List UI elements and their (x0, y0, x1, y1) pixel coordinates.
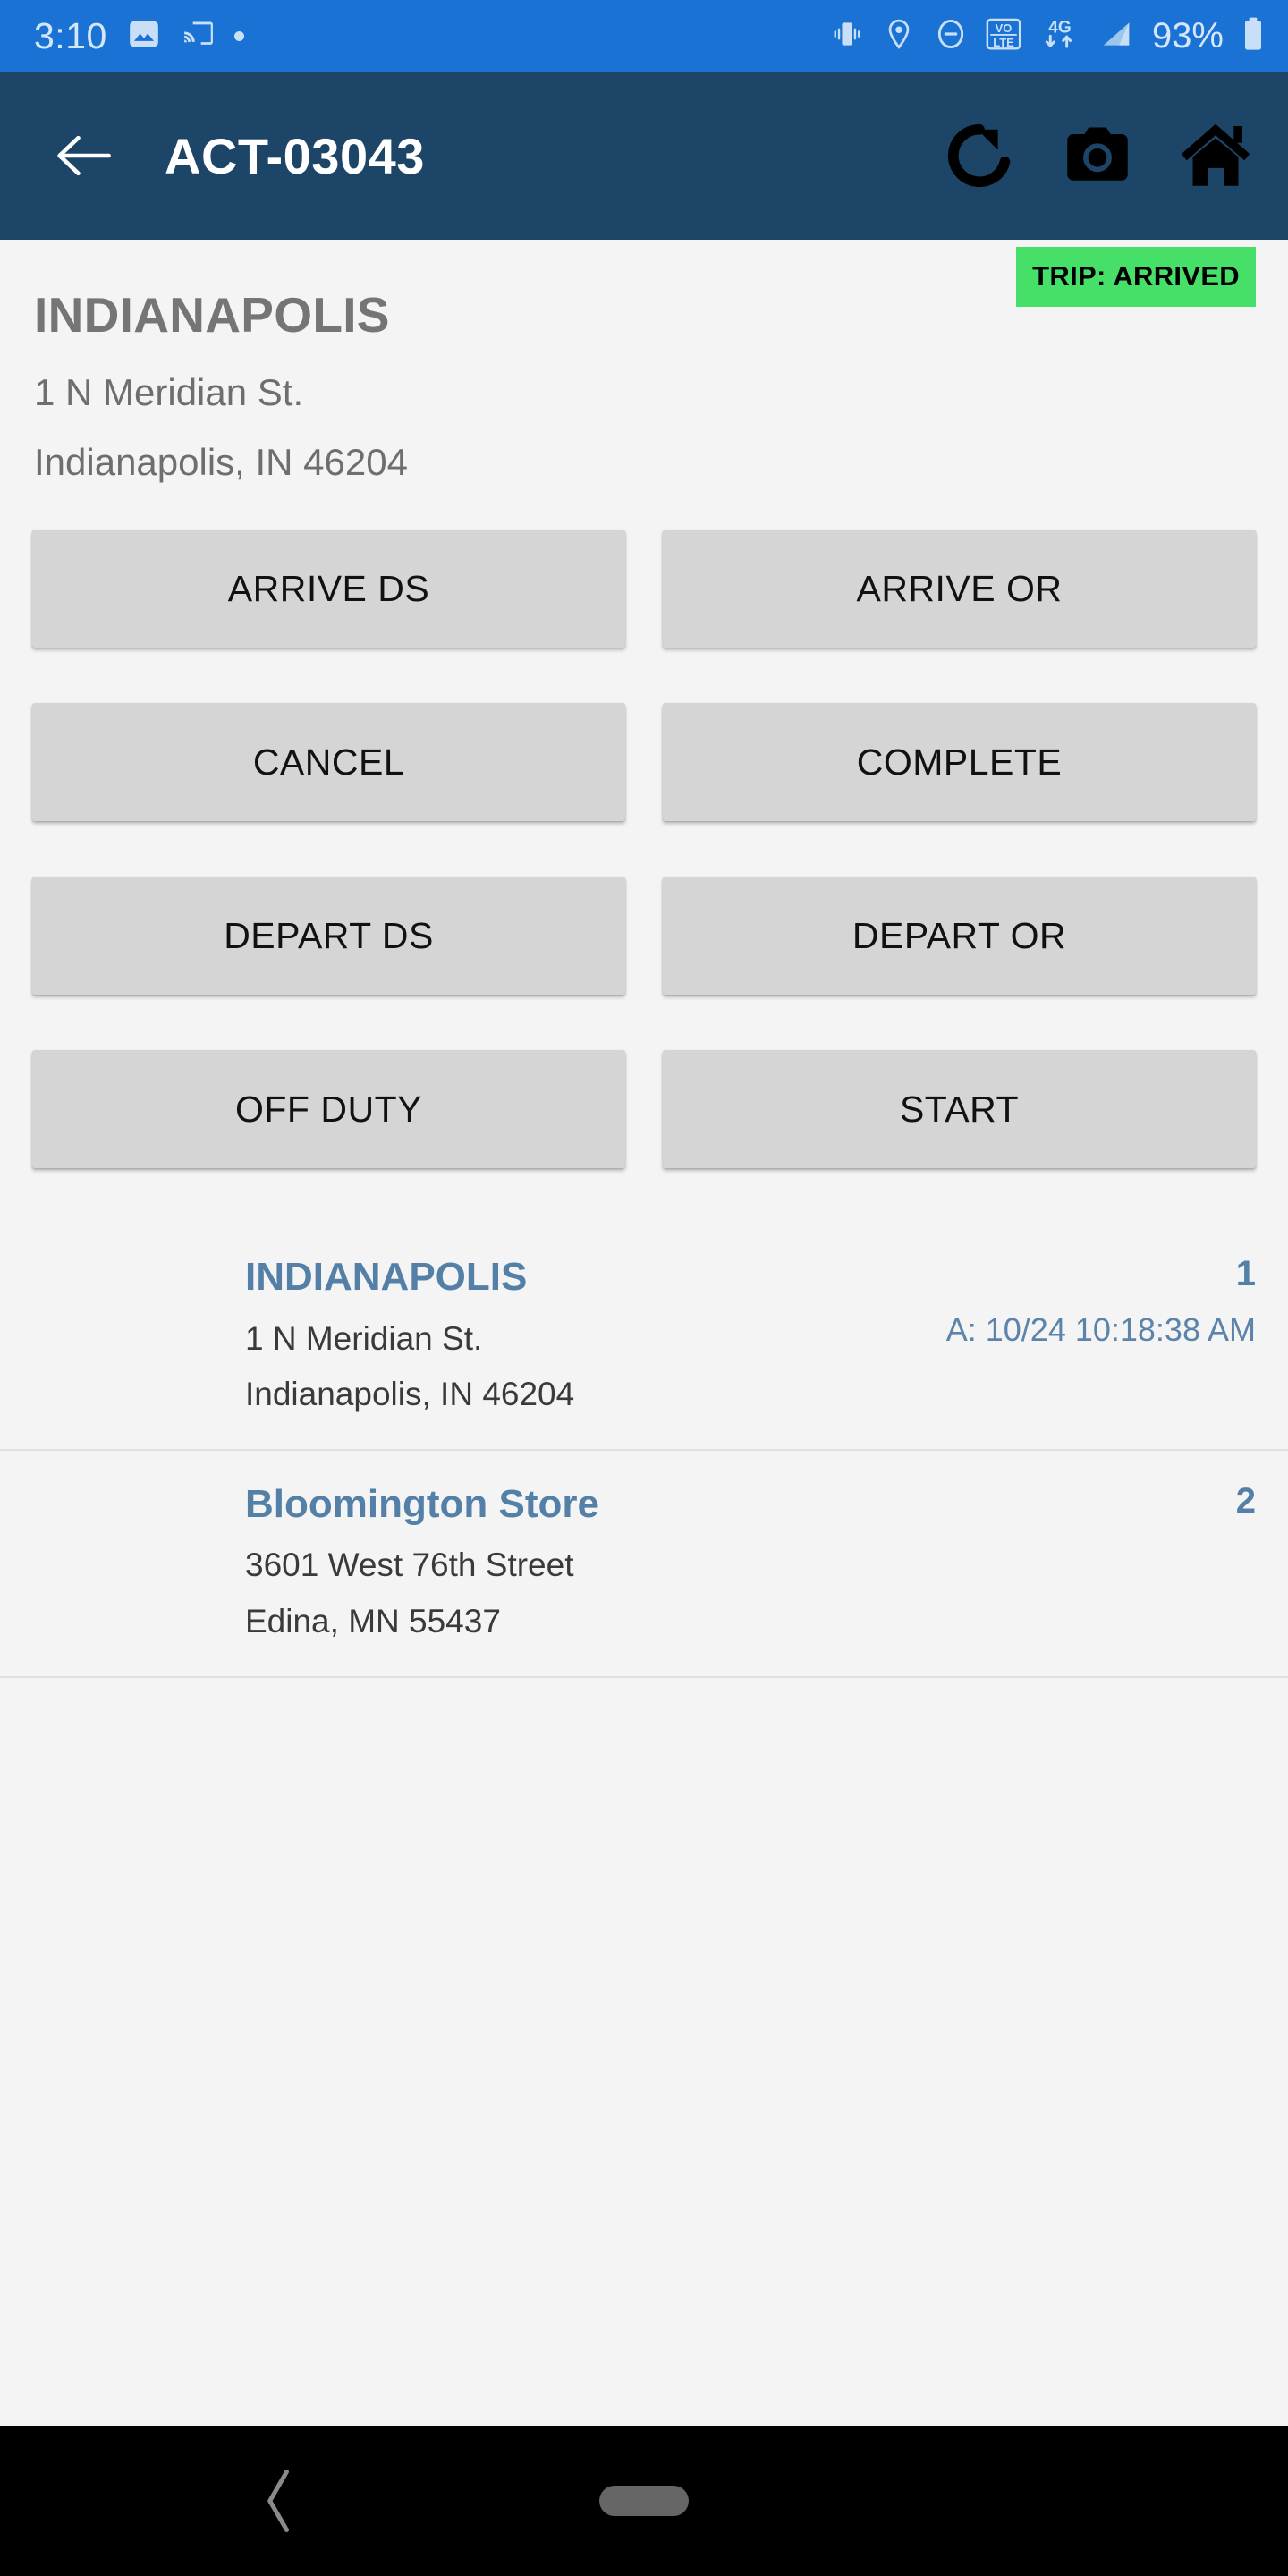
location-header: INDIANAPOLIS 1 N Meridian St. Indianapol… (0, 240, 1288, 483)
arrive-ds-button[interactable]: ARRIVE DS (32, 530, 625, 648)
refresh-icon[interactable] (937, 114, 1021, 198)
status-bar-right: VO LTE 4G 93% (830, 16, 1265, 56)
stop-sequence: 2 (1235, 1480, 1256, 1521)
stop-address-line1: 3601 West 76th Street (245, 1546, 574, 1584)
stop-address-line2: Indianapolis, IN 46204 (245, 1376, 575, 1413)
stop-meta: 2 (1236, 1483, 1256, 1538)
home-indicator[interactable] (599, 2486, 689, 2516)
system-nav-bar (0, 2426, 1288, 2576)
off-duty-button[interactable]: OFF DUTY (32, 1050, 625, 1169)
list-item[interactable]: Bloomington Store 3601 West 76th Street … (0, 1451, 1288, 1678)
image-icon (127, 17, 161, 55)
page-title: ACT-03043 (165, 127, 425, 184)
stop-sequence: 1 (1235, 1254, 1256, 1294)
app-screen: 3:10 VO LTE 4G 93% ACT-03043 INDIANAPOLI… (0, 0, 1288, 2576)
location-address-line2: Indianapolis, IN 46204 (34, 440, 408, 483)
status-bar-clock: 3:10 (34, 14, 107, 56)
stop-address-line2: Edina, MN 55437 (245, 1602, 501, 1640)
complete-button[interactable]: COMPLETE (663, 703, 1256, 822)
stop-arrival-time: A: 10/24 10:18:38 AM (945, 1311, 1256, 1349)
trip-status-badge: TRIP: ARRIVED (1016, 247, 1256, 307)
signal-icon (1098, 17, 1134, 55)
stop-name: Bloomington Store (245, 1481, 599, 1526)
4g-data-icon: 4G (1039, 16, 1080, 56)
home-icon[interactable] (1174, 114, 1258, 198)
vibrate-icon (830, 17, 864, 55)
svg-text:LTE: LTE (993, 35, 1014, 48)
system-back-icon[interactable] (240, 2461, 320, 2541)
arrive-or-button[interactable]: ARRIVE OR (663, 530, 1256, 648)
action-button-grid: ARRIVE DS ARRIVE OR CANCEL COMPLETE DEPA… (0, 530, 1288, 1169)
status-bar-left: 3:10 (34, 15, 244, 57)
stop-list: INDIANAPOLIS 1 N Meridian St. Indianapol… (0, 1224, 1288, 1678)
do-not-disturb-icon (934, 17, 968, 55)
status-bar: 3:10 VO LTE 4G 93% (0, 0, 1288, 72)
stop-meta: 1 A: 10/24 10:18:38 AM (946, 1256, 1256, 1349)
cancel-button[interactable]: CANCEL (32, 703, 625, 822)
app-bar-actions (937, 114, 1265, 198)
dot-indicator (233, 30, 244, 41)
camera-icon[interactable] (1055, 114, 1140, 198)
back-arrow-icon[interactable] (50, 123, 116, 189)
content-area: INDIANAPOLIS 1 N Meridian St. Indianapol… (0, 240, 1288, 2426)
depart-ds-button[interactable]: DEPART DS (32, 877, 625, 996)
cast-icon (181, 17, 215, 55)
svg-text:VO: VO (996, 21, 1013, 34)
list-item[interactable]: INDIANAPOLIS 1 N Meridian St. Indianapol… (0, 1224, 1288, 1451)
volte-icon: VO LTE (986, 16, 1021, 56)
app-bar: ACT-03043 (0, 72, 1288, 240)
start-button[interactable]: START (663, 1050, 1256, 1169)
battery-icon (1241, 16, 1265, 56)
location-address-line1: 1 N Meridian St. (34, 370, 304, 413)
svg-text:4G: 4G (1048, 18, 1072, 37)
depart-or-button[interactable]: DEPART OR (663, 877, 1256, 996)
location-icon (882, 17, 916, 55)
battery-percent-label: 93% (1151, 15, 1224, 55)
